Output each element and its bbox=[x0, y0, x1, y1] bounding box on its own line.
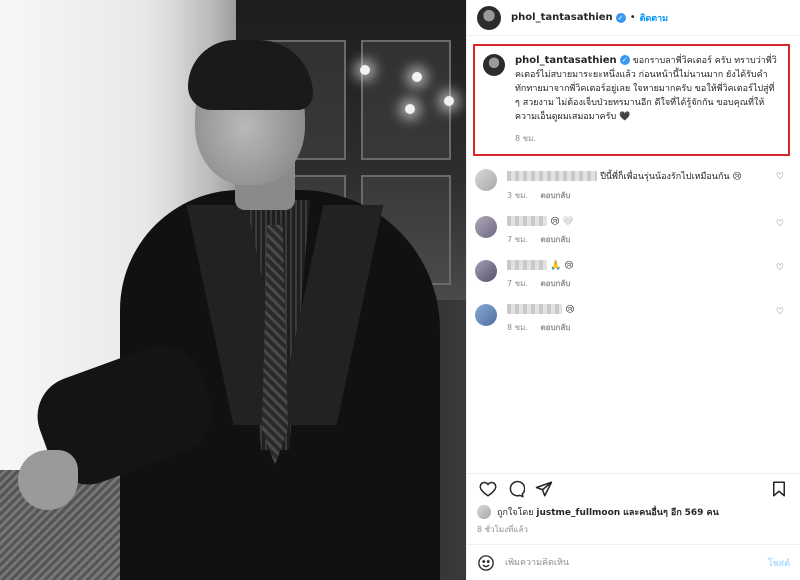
commenter-username-blurred[interactable] bbox=[507, 171, 597, 181]
posted-ago[interactable]: 8 ชั่วโมงที่แล้ว bbox=[467, 521, 800, 544]
reply-button[interactable]: ตอบกลับ bbox=[540, 235, 570, 244]
comments-list[interactable]: phol_tantasathien ✓ ขอกราบลาพี่วิคเตอร์ ค… bbox=[467, 36, 800, 473]
likes-summary: ถูกใจโดย justme_fullmoon และคนอื่นๆ อีก … bbox=[467, 503, 800, 521]
likes-text: ถูกใจโดย justme_fullmoon และคนอื่นๆ อีก … bbox=[497, 505, 719, 519]
likes-count[interactable]: 569 คน bbox=[685, 508, 719, 518]
liker-avatar[interactable] bbox=[477, 505, 491, 519]
add-comment-bar: โพสต์ bbox=[467, 544, 800, 580]
likes-prefix: ถูกใจโดย bbox=[497, 508, 534, 518]
commenter-avatar[interactable] bbox=[475, 216, 497, 238]
comment-item: ปีนี้พี่ก็เพื่อนรุ่นน้องรักไปเหมือนกัน 😢… bbox=[475, 162, 790, 209]
comment-icon[interactable] bbox=[505, 478, 527, 500]
action-bar bbox=[467, 473, 800, 503]
commenter-username-blurred[interactable] bbox=[507, 260, 547, 270]
share-icon[interactable] bbox=[533, 478, 555, 500]
caption-highlight: phol_tantasathien ✓ ขอกราบลาพี่วิคเตอร์ ค… bbox=[473, 44, 790, 156]
reply-button[interactable]: ตอบกลับ bbox=[540, 279, 570, 288]
like-comment-heart-icon[interactable]: ♡ bbox=[776, 307, 784, 317]
comment-time[interactable]: 7 ชม. bbox=[507, 279, 528, 288]
post-side-panel: phol_tantasathien ✓ • ติดตาม phol_tantas… bbox=[466, 0, 800, 580]
comment-item: 🙏 😢 7 ชม. ตอบกลับ ♡ bbox=[475, 253, 790, 297]
verified-badge-icon: ✓ bbox=[615, 12, 626, 23]
caption-author-avatar[interactable] bbox=[483, 54, 505, 76]
commenter-username-blurred[interactable] bbox=[507, 304, 562, 314]
like-comment-heart-icon[interactable]: ♡ bbox=[776, 219, 784, 229]
comment-item: 😢 8 ชม. ตอบกลับ ♡ bbox=[475, 297, 790, 341]
comment-text: 🙏 😢 bbox=[550, 261, 574, 271]
caption-username[interactable]: phol_tantasathien bbox=[515, 55, 617, 66]
liker-username[interactable]: justme_fullmoon bbox=[536, 508, 620, 518]
reply-button[interactable]: ตอบกลับ bbox=[540, 323, 570, 332]
comment-time[interactable]: 8 ชม. bbox=[507, 323, 528, 332]
post-comment-button[interactable]: โพสต์ bbox=[768, 556, 790, 570]
commenter-avatar[interactable] bbox=[475, 169, 497, 191]
comment-text: ปีนี้พี่ก็เพื่อนรุ่นน้องรักไปเหมือนกัน 😢 bbox=[600, 172, 742, 182]
comment-item: 😢 🤍 7 ชม. ตอบกลับ ♡ bbox=[475, 209, 790, 253]
post-header: phol_tantasathien ✓ • ติดตาม bbox=[467, 0, 800, 36]
caption-time[interactable]: 8 ชม. bbox=[515, 132, 778, 146]
comment-input[interactable] bbox=[505, 557, 768, 568]
instagram-post: phol_tantasathien ✓ • ติดตาม phol_tantas… bbox=[0, 0, 800, 580]
author-avatar[interactable] bbox=[477, 5, 501, 30]
reply-button[interactable]: ตอบกลับ bbox=[540, 191, 570, 200]
caption: phol_tantasathien ✓ ขอกราบลาพี่วิคเตอร์ ค… bbox=[515, 54, 778, 146]
like-comment-heart-icon[interactable]: ♡ bbox=[776, 172, 784, 182]
likes-middle[interactable]: และคนอื่นๆ อีก bbox=[623, 508, 682, 518]
comment-text: 😢 🤍 bbox=[550, 217, 574, 227]
follow-button[interactable]: ติดตาม bbox=[640, 11, 669, 25]
commenter-avatar[interactable] bbox=[475, 304, 497, 326]
comment-time[interactable]: 7 ชม. bbox=[507, 235, 528, 244]
separator-dot: • bbox=[629, 12, 636, 23]
author-username[interactable]: phol_tantasathien bbox=[511, 12, 613, 23]
commenter-avatar[interactable] bbox=[475, 260, 497, 282]
heart-icon[interactable] bbox=[477, 478, 499, 500]
commenter-username-blurred[interactable] bbox=[507, 216, 547, 226]
like-comment-heart-icon[interactable]: ♡ bbox=[776, 263, 784, 273]
photo-person-hand bbox=[18, 450, 78, 510]
comment-time[interactable]: 3 ชม. bbox=[507, 191, 528, 200]
post-photo[interactable] bbox=[0, 0, 466, 580]
smile-icon[interactable] bbox=[477, 554, 495, 572]
comment-text: 😢 bbox=[565, 305, 575, 315]
verified-badge-icon: ✓ bbox=[619, 55, 630, 65]
bookmark-icon[interactable] bbox=[768, 478, 790, 500]
